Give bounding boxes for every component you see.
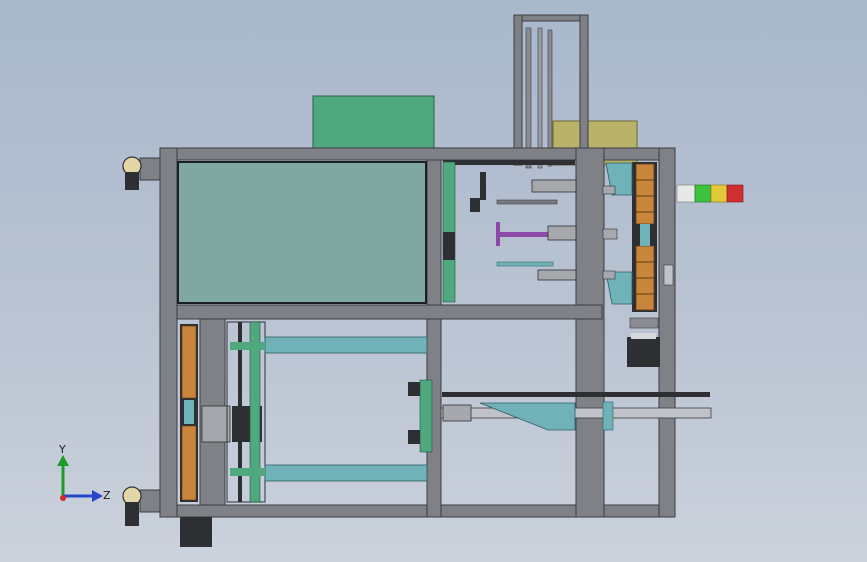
y-axis-label: Y (58, 443, 66, 456)
caster-top (122, 156, 161, 190)
signal-tower (676, 184, 744, 203)
z-axis-arrow-icon (92, 490, 103, 502)
cad-viewport[interactable]: Y Z (0, 0, 867, 562)
axis-triad: Y Z (57, 443, 111, 502)
machine-drawing: Y Z (57, 14, 744, 547)
electrical-box (312, 95, 435, 149)
window-panel (177, 161, 427, 304)
x-axis-dot-icon (60, 495, 66, 501)
y-axis-arrow-icon (57, 455, 69, 466)
caster-bottom (122, 486, 161, 526)
bottom-foot (180, 517, 212, 547)
z-axis-label: Z (103, 489, 111, 502)
